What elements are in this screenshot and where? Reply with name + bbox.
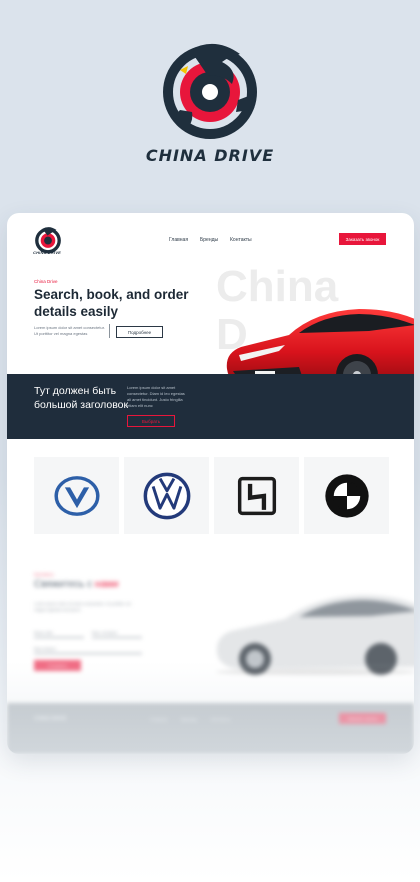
brand-header: CHINA DRIVE xyxy=(0,38,420,178)
changan-logo-icon xyxy=(53,475,100,516)
nav-link-home[interactable]: Главная xyxy=(169,237,188,243)
brand-tile-changan[interactable] xyxy=(34,457,119,534)
nav-link-brands[interactable]: Бренды xyxy=(200,237,218,243)
dragon-wheel-logo xyxy=(163,43,257,139)
promo-banner: Тут должен быть большой заголовок Lorem … xyxy=(7,374,414,439)
brand-tile-volkswagen[interactable] xyxy=(124,457,209,534)
brands-row xyxy=(34,457,389,535)
geely-logo-icon xyxy=(237,476,276,515)
send-button[interactable]: Отправить xyxy=(34,660,81,671)
banner-title: Тут должен быть большой заголовок xyxy=(34,385,129,411)
footer-link-contacts[interactable]: Контакты xyxy=(211,717,230,722)
contact-description: Lorem ipsum dolor sit amet consectetur. … xyxy=(34,601,131,612)
hero-divider xyxy=(109,324,110,338)
site-nav: CHINA DRIVE Главная Бренды Контакты Зака… xyxy=(7,213,414,269)
nav-link-contacts[interactable]: Контакты xyxy=(230,237,252,243)
hero-description: Lorem ipsum dolor sit amet consectetur. … xyxy=(34,325,105,336)
contact-eyebrow: Контакты xyxy=(34,572,54,577)
footer-link-home[interactable]: Главная xyxy=(150,717,167,722)
brand-tile-bmw[interactable] xyxy=(304,457,389,534)
hero-section: China D China Drive Search, book, and or… xyxy=(7,263,414,396)
banner-text: Lorem ipsum dolor sit amet consectetur. … xyxy=(127,385,185,408)
website-preview-card: CHINA DRIVE Главная Бренды Контакты Зака… xyxy=(7,213,414,754)
hero-title: Search, book, and order details easily xyxy=(34,287,189,319)
name-field[interactable]: Ваше имя xyxy=(34,630,84,638)
volkswagen-logo-icon xyxy=(143,472,190,519)
bmw-logo-icon xyxy=(324,473,369,518)
footer-order-call-button[interactable]: Заказать звонок xyxy=(339,713,386,724)
choose-button[interactable]: Выбрать xyxy=(127,415,175,427)
order-call-button[interactable]: Заказать звонок xyxy=(339,233,386,245)
brand-name: CHINA DRIVE xyxy=(145,146,275,165)
footer-link-brands[interactable]: Бренды xyxy=(181,717,197,722)
contact-title: Свяжитесь с нами xyxy=(34,579,118,590)
blurred-contact-section: Контакты Свяжитесь с нами Lorem ipsum do… xyxy=(7,543,414,754)
white-car-image xyxy=(216,595,414,675)
comment-field[interactable]: Ваш вопрос xyxy=(34,646,142,654)
footer-brand: CHINA DRIVE xyxy=(34,716,67,722)
phone-field[interactable]: Ваш телефон xyxy=(92,630,142,638)
contact-title-main: Свяжитесь с xyxy=(34,579,95,590)
brand-tile-geely[interactable] xyxy=(214,457,299,534)
details-button[interactable]: Подробнее xyxy=(116,326,163,338)
hero-eyebrow: China Drive xyxy=(34,279,58,284)
site-footer: CHINA DRIVE Главная Бренды Контакты Зака… xyxy=(7,703,414,754)
site-logo-text: CHINA DRIVE xyxy=(33,250,62,255)
contact-title-accent: нами xyxy=(94,579,119,590)
